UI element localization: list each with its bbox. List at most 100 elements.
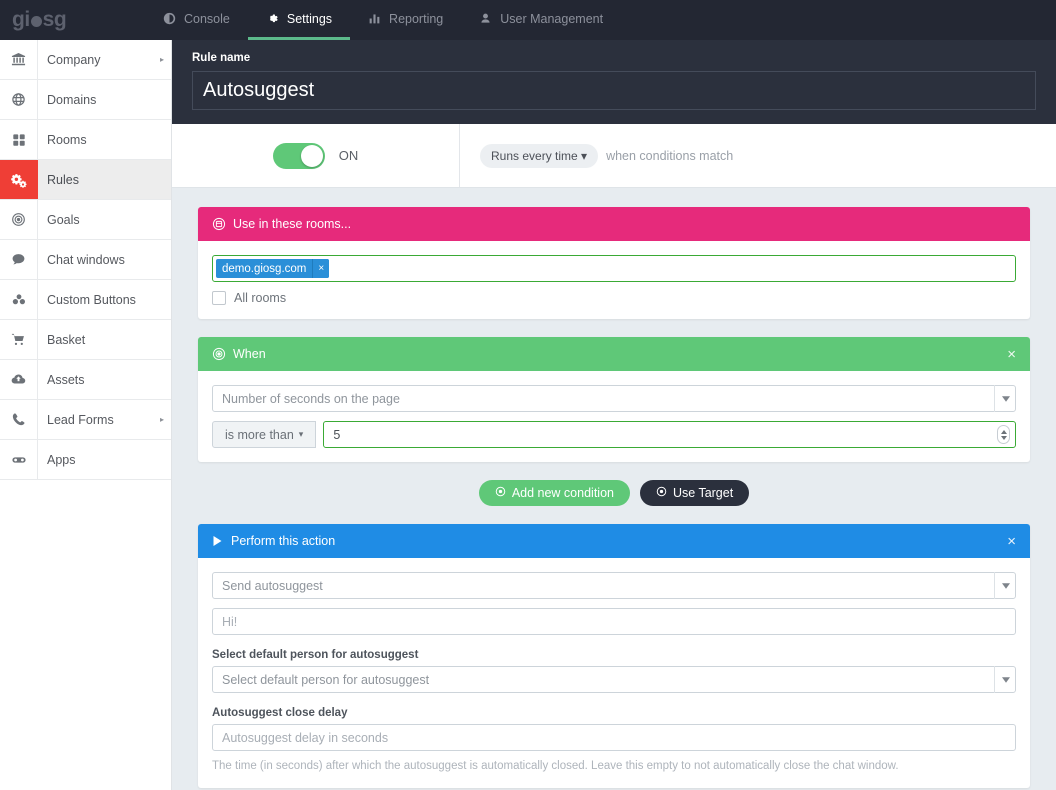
sidebar-item-apps[interactable]: Apps [0,440,171,480]
phone-icon [0,400,38,439]
toggle-knob [300,144,323,167]
sidebar-item-rules[interactable]: Rules [0,160,171,200]
target-icon [0,200,38,239]
sidebar-item-apps-label: Apps [47,452,76,467]
action-type-select[interactable]: Send autosuggest [212,572,1016,599]
rule-frequency-section: Runs every time ▾ when conditions match [460,124,1056,187]
giosg-logo[interactable]: gi sg [0,0,145,40]
close-delay-label: Autosuggest close delay [212,707,348,719]
add-new-condition-button[interactable]: Add new condition [478,480,630,506]
target-icon [495,486,506,500]
chevron-down-icon[interactable] [994,666,1016,693]
default-person-label: Select default person for autosuggest [212,649,419,661]
rule-frequency-dropdown[interactable]: Runs every time ▾ [480,143,599,168]
autosuggest-message-input[interactable] [212,608,1016,635]
action-panel-body: Send autosuggest Select default person f… [198,558,1030,788]
add-new-condition-label: Add new condition [511,486,614,500]
rule-name-label: Rule name [192,52,251,64]
rule-frequency-suffix: when conditions match [606,148,734,163]
when-panel-close-icon[interactable]: × [1007,347,1016,362]
sidebar-item-goals[interactable]: Goals [0,200,171,240]
chevron-right-icon: ▸ [159,415,164,424]
condition-operator-dropdown[interactable]: is more than ▾ [212,421,317,448]
rooms-panel-title: Use in these rooms... [233,217,352,231]
action-panel-title: Perform this action [231,534,336,548]
nav-item-settings-label: Settings [286,11,333,26]
room-tag-label: demo.giosg.com [222,262,307,275]
nav-item-reporting[interactable]: Reporting [350,0,461,40]
when-panel-body: Number of seconds on the page is more th… [198,371,1030,462]
all-rooms-checkbox[interactable] [212,291,226,305]
sidebar-item-basket-label: Basket [47,332,86,347]
rooms-panel: Use in these rooms... demo.giosg.com × A… [198,207,1030,319]
bank-icon [0,40,38,79]
condition-actions-row: Add new condition Use Target [172,480,1056,506]
globe-icon [0,80,38,119]
use-target-label: Use Target [672,486,734,500]
condition-value-wrap [323,421,1016,448]
action-type-select-wrap: Send autosuggest [212,572,1016,599]
rule-enabled-section: ON [172,124,460,187]
sidebar-item-domains-label: Domains [47,92,97,107]
chevron-down-icon[interactable] [994,385,1016,412]
close-delay-hint: The time (in seconds) after which the au… [212,760,899,772]
logo-dot-icon [30,15,42,27]
nav-item-console-label: Console [184,11,230,26]
sidebar-item-company[interactable]: Company ▸ [0,40,171,80]
sidebar-item-chat-windows-label: Chat windows [47,252,125,267]
action-panel: Perform this action × Send autosuggest S… [198,524,1030,789]
rule-editor-scroll-area[interactable]: Use in these rooms... demo.giosg.com × A… [172,188,1056,790]
logo-text-before: gi [12,8,30,31]
nav-item-settings[interactable]: Settings [247,0,351,40]
sidebar-item-assets[interactable]: Assets [0,360,171,400]
sidebar-item-rooms[interactable]: Rooms [0,120,171,160]
sidebar-item-basket-arrow [153,320,171,359]
when-panel-header: When × [198,337,1030,371]
sidebar-item-domains[interactable]: Domains [0,80,171,120]
when-panel-title: When [233,347,266,361]
settings-sidebar: Company ▸ Domains Rooms Rules Goals Chat… [0,40,172,790]
room-tag: demo.giosg.com × [216,259,330,278]
sidebar-item-basket[interactable]: Basket [0,320,171,360]
rule-enabled-toggle[interactable] [272,142,325,169]
sidebar-item-rules-arrow [153,160,171,199]
gears-icon [0,160,38,199]
number-stepper[interactable] [997,425,1010,444]
chevron-down-icon[interactable] [994,572,1016,599]
stepper-down-icon[interactable] [1000,435,1007,440]
console-icon [163,12,176,25]
sidebar-item-chat-windows[interactable]: Chat windows [0,240,171,280]
stepper-up-icon[interactable] [1000,429,1007,434]
chat-bubble-icon [0,240,38,279]
sidebar-item-goals-label: Goals [47,212,80,227]
sidebar-item-custom-buttons[interactable]: Custom Buttons [0,280,171,320]
user-icon [479,12,492,25]
condition-operator-label: is more than [225,427,294,442]
rule-status-bar: ON Runs every time ▾ when conditions mat… [172,124,1056,188]
rule-name-input[interactable] [192,71,1036,110]
sidebar-item-lead-forms[interactable]: Lead Forms ▸ [0,400,171,440]
nav-item-user-management-label: User Management [500,11,604,26]
grid-icon [0,120,38,159]
rooms-panel-header: Use in these rooms... [198,207,1030,241]
all-rooms-row: All rooms [212,291,1016,305]
sidebar-item-rooms-arrow [153,120,171,159]
chevron-right-icon: ▸ [159,55,164,64]
target-icon [212,347,226,361]
nav-item-console[interactable]: Console [145,0,248,40]
use-target-button[interactable]: Use Target [639,480,750,506]
condition-value-input[interactable] [323,421,1016,448]
rooms-tag-input[interactable]: demo.giosg.com × [212,255,1016,282]
top-navigation-bar: gisg Console Settings Reporting User Ma [0,0,1056,40]
action-panel-close-icon[interactable]: × [1007,534,1016,549]
nav-item-user-management[interactable]: User Management [461,0,621,40]
sidebar-item-custom-buttons-arrow [153,280,171,319]
close-delay-input[interactable] [212,724,1016,751]
condition-type-select[interactable]: Number of seconds on the page [212,385,1016,412]
main-content: Rule name ON Runs every time ▾ when cond… [172,40,1056,790]
sidebar-item-lead-forms-label: Lead Forms [47,412,114,427]
room-tag-remove-icon[interactable]: × [312,259,330,278]
default-person-select-wrap: Select default person for autosuggest [212,666,1016,693]
rooms-window-icon [212,217,226,231]
default-person-select[interactable]: Select default person for autosuggest [212,666,1016,693]
